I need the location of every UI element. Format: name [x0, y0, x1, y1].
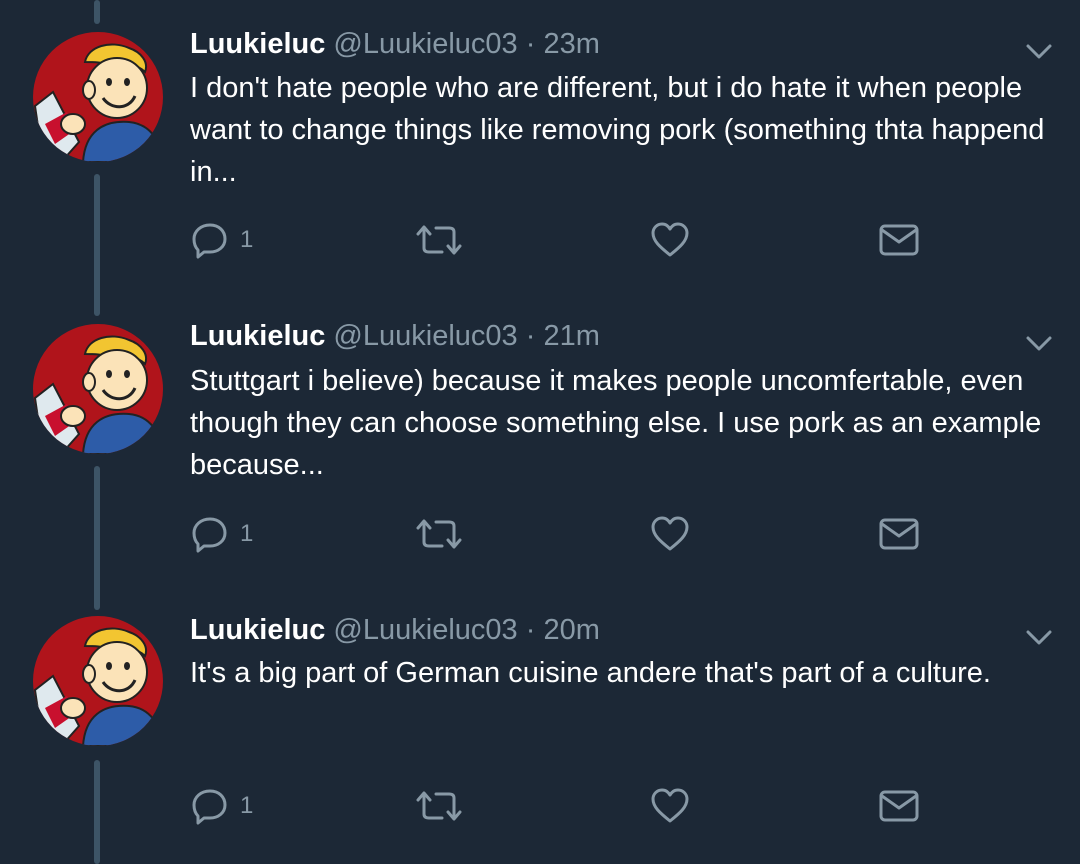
tweet-header: Luukieluc @Luukieluc03 · 20m [190, 610, 600, 650]
display-name[interactable]: Luukieluc [190, 614, 325, 646]
reply-button[interactable]: 1 [190, 218, 253, 262]
vault-boy-avatar-image [33, 32, 163, 162]
vault-boy-avatar-image [33, 324, 163, 454]
display-name[interactable]: Luukieluc [190, 28, 325, 60]
reply-count: 1 [240, 792, 254, 819]
separator-dot: · [525, 320, 536, 352]
heart-icon [650, 514, 690, 554]
chevron-down-icon[interactable] [1022, 326, 1056, 360]
envelope-icon [878, 786, 920, 826]
reply-button[interactable]: 1 [190, 512, 253, 556]
user-handle[interactable]: @Luukieluc03 [333, 614, 517, 646]
reply-icon [190, 514, 230, 554]
tweet-text: It's a big part of German cuisine andere… [190, 657, 991, 689]
tweet-header: Luukieluc @Luukieluc03 · 21m [190, 316, 600, 356]
user-handle[interactable]: @Luukieluc03 [333, 320, 517, 352]
vault-boy-avatar-image [33, 616, 163, 746]
direct-message-button[interactable] [878, 512, 920, 556]
separator-dot: · [525, 614, 536, 646]
tweet-actions: 1 [0, 512, 1080, 556]
tweet-text: I don't hate people who are different, b… [190, 72, 1045, 188]
retweet-button[interactable] [414, 784, 464, 828]
avatar[interactable] [33, 324, 163, 454]
tweet[interactable]: Luukieluc @Luukieluc03 · 20m It's a big … [0, 580, 1080, 864]
avatar[interactable] [33, 32, 163, 162]
reply-count: 1 [240, 520, 254, 547]
tweet[interactable]: Luukieluc @Luukieluc03 · 21m Stuttgart i… [0, 290, 1080, 580]
heart-icon [650, 786, 690, 826]
tweet-actions: 1 [0, 218, 1080, 262]
display-name[interactable]: Luukieluc [190, 320, 325, 352]
user-handle[interactable]: @Luukieluc03 [333, 28, 517, 60]
tweet[interactable]: Luukieluc @Luukieluc03 · 23m I don't hat… [0, 0, 1080, 290]
like-button[interactable] [650, 218, 690, 262]
retweet-icon [414, 220, 464, 260]
retweet-icon [414, 514, 464, 554]
envelope-icon [878, 514, 920, 554]
direct-message-button[interactable] [878, 218, 920, 262]
retweet-icon [414, 786, 464, 826]
tweet-text: Stuttgart i believe) because it makes pe… [190, 365, 1042, 481]
chevron-down-icon[interactable] [1022, 34, 1056, 68]
reply-count: 1 [240, 226, 254, 253]
direct-message-button[interactable] [878, 784, 920, 828]
reply-icon [190, 786, 230, 826]
like-button[interactable] [650, 784, 690, 828]
separator-dot: · [525, 28, 536, 60]
like-button[interactable] [650, 512, 690, 556]
chevron-down-icon[interactable] [1022, 620, 1056, 654]
timestamp[interactable]: 20m [543, 614, 599, 646]
tweet-header: Luukieluc @Luukieluc03 · 23m [190, 24, 600, 64]
tweet-thread: Luukieluc @Luukieluc03 · 23m I don't hat… [0, 0, 1080, 864]
timestamp[interactable]: 21m [543, 320, 599, 352]
envelope-icon [878, 220, 920, 260]
reply-button[interactable]: 1 [190, 784, 253, 828]
heart-icon [650, 220, 690, 260]
retweet-button[interactable] [414, 218, 464, 262]
timestamp[interactable]: 23m [543, 28, 599, 60]
avatar[interactable] [33, 616, 163, 746]
reply-icon [190, 220, 230, 260]
retweet-button[interactable] [414, 512, 464, 556]
tweet-actions: 1 [0, 784, 1080, 828]
